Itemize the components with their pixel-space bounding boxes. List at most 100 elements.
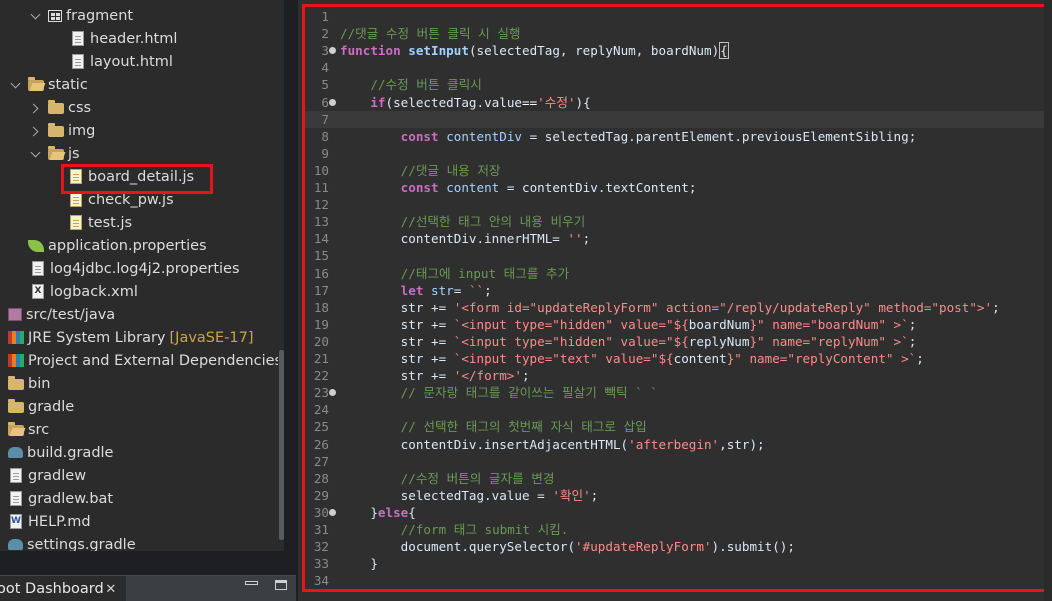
code-line[interactable]: 10 //댓글 내용 저장 xyxy=(305,162,1045,179)
code-text: selectedTag.value = '확인'; xyxy=(340,487,599,503)
code-line[interactable]: 9 xyxy=(305,145,1045,162)
tree-item[interactable]: bin xyxy=(0,372,284,395)
tree-item[interactable]: build.gradle xyxy=(0,441,284,464)
tree-item[interactable]: log4jdbc.log4j2.properties xyxy=(0,257,284,280)
code-line[interactable]: 22 str += '</form>'; xyxy=(305,367,1045,384)
code-line[interactable]: 12 xyxy=(305,196,1045,213)
code-line[interactable]: 11 const content = contentDiv.textConten… xyxy=(305,179,1045,196)
tree-item-label: fragment xyxy=(66,7,134,24)
tree-item[interactable]: layout.html xyxy=(0,50,284,73)
tree-item[interactable]: W HELP.md xyxy=(0,510,284,533)
line-number: 20 xyxy=(313,333,329,349)
code-line[interactable]: 23 // 문자랑 태그를 같이쓰는 필살기 빽틱 ` ` xyxy=(305,384,1045,401)
code-text: str += '</form>'; xyxy=(340,368,530,384)
code-line[interactable]: 5 //수정 버튼 클릭시 xyxy=(305,76,1045,93)
code-text: contentDiv.innerHTML= ''; xyxy=(340,231,591,247)
tree-item[interactable]: js xyxy=(0,142,284,165)
code-line[interactable]: 14 contentDiv.innerHTML= ''; xyxy=(305,230,1045,247)
chevron-right-icon[interactable] xyxy=(30,102,42,114)
code-line[interactable]: 20 str += `<input type="hidden" value="$… xyxy=(305,333,1045,350)
code-line[interactable]: 18 str += '<form id="updateReplyForm" ac… xyxy=(305,299,1045,316)
tree-item[interactable]: css xyxy=(0,96,284,119)
code-line[interactable]: 3 function setInput(selectedTag, replyNum… xyxy=(305,42,1045,60)
tree-item[interactable]: fragment xyxy=(0,4,284,27)
code-line[interactable]: 26 contentDiv.insertAdjacentHTML('afterb… xyxy=(305,436,1045,453)
code-line[interactable]: 19 str += `<input type="hidden" value="$… xyxy=(305,316,1045,333)
fold-toggle-icon[interactable] xyxy=(329,98,336,106)
chevron-down-icon[interactable] xyxy=(10,79,22,91)
tree-item[interactable]: Xlogback.xml xyxy=(0,280,284,303)
code-text: document.querySelector('#updateReplyForm… xyxy=(340,539,795,555)
line-number: 14 xyxy=(313,231,329,247)
code-text: // 문자랑 태그를 같이쓰는 필살기 빽틱 ` ` xyxy=(400,385,658,401)
folder-open-icon xyxy=(48,146,64,160)
tree-item[interactable]: src/test/java xyxy=(0,303,284,326)
tree-item[interactable]: gradlew.bat xyxy=(0,487,284,510)
code-text: str += `<input type="hidden" value="${re… xyxy=(340,333,917,349)
tree-item-label: src xyxy=(28,421,50,438)
line-number: 27 xyxy=(313,453,329,469)
explorer-scrollbar-thumb[interactable] xyxy=(279,350,284,540)
minimize-icon[interactable] xyxy=(245,581,258,585)
editor-scrollbar[interactable] xyxy=(1044,0,1052,601)
code-line[interactable]: 33 } xyxy=(305,555,1045,572)
close-icon[interactable]: ✕ xyxy=(105,582,116,597)
code-editor[interactable]: 1 2//댓글 수정 버튼 클릭 시 실행 3 function setInput(s… xyxy=(302,4,1048,592)
code-line[interactable]: 30 }else{ xyxy=(305,504,1045,521)
line-number: 3 xyxy=(321,43,329,59)
code-line[interactable]: 28 //수정 버튼의 글자를 변경 xyxy=(305,470,1045,487)
code-line[interactable]: 27 xyxy=(305,453,1045,470)
maximize-icon[interactable] xyxy=(275,580,287,590)
code-line[interactable]: 25 // 선택한 태그의 첫번째 자식 태그로 삽입 xyxy=(305,418,1045,435)
code-line[interactable]: 29 selectedTag.value = '확인'; xyxy=(305,487,1045,504)
tree-item[interactable]: static xyxy=(0,73,284,96)
tree-item[interactable]: application.properties xyxy=(0,234,284,257)
line-number: 29 xyxy=(313,487,329,503)
code-line[interactable]: 2 //댓글 수정 버튼 클릭 시 실행 xyxy=(305,25,1045,42)
tree-item[interactable]: JRE System Library [JavaSE-17] xyxy=(0,326,284,349)
code-line[interactable]: 8 const contentDiv = selectedTag.parentE… xyxy=(305,128,1045,145)
tree-item[interactable]: header.html xyxy=(0,27,284,50)
tree-item[interactable]: img xyxy=(0,119,284,142)
chevron-down-icon[interactable] xyxy=(30,148,42,160)
folder-icon xyxy=(48,100,64,114)
code-line[interactable]: 15 xyxy=(305,247,1045,264)
code-line[interactable]: 34 xyxy=(305,572,1045,589)
code-text: if(selectedTag.value=='수정'){ xyxy=(370,94,591,110)
line-number: 17 xyxy=(313,282,329,298)
code-text: //수정 버튼의 글자를 변경 xyxy=(400,470,555,486)
code-line[interactable]: 31 //form 태그 submit 시킴. xyxy=(305,521,1045,538)
tree-item[interactable]: gradle xyxy=(0,395,284,418)
tree-item[interactable]: Project and External Dependencies xyxy=(0,349,284,372)
folder-icon xyxy=(48,123,64,137)
code-line[interactable]: 1 xyxy=(305,8,1045,25)
chevron-down-icon[interactable] xyxy=(30,10,42,22)
chevron-right-icon[interactable] xyxy=(30,125,42,137)
tree-item-label: test.js xyxy=(88,214,133,231)
code-line[interactable]: 35} xyxy=(305,589,1045,592)
code-line[interactable]: 13 //선택한 태그 안의 내용 비우기 xyxy=(305,213,1045,230)
code-line[interactable]: 16 //태그에 input 태그를 추가 xyxy=(305,265,1045,282)
tab-boot-dashboard[interactable]: oot Dashboard ✕ xyxy=(0,576,126,601)
tree-item-label: gradle xyxy=(28,398,75,415)
tree-item[interactable]: src xyxy=(0,418,284,441)
code-line[interactable]: 7 xyxy=(305,110,1045,128)
fold-toggle-icon[interactable] xyxy=(329,47,336,55)
code-line[interactable]: 6 if(selectedTag.value=='수정'){ xyxy=(305,94,1045,111)
code-line[interactable]: 32 document.querySelector('#updateReplyF… xyxy=(305,538,1045,555)
line-number: 12 xyxy=(313,197,329,213)
tree-item[interactable]: test.js xyxy=(0,211,284,234)
tree-item[interactable]: settings.gradle xyxy=(0,533,284,551)
line-number: 16 xyxy=(313,265,329,281)
code-line[interactable]: 21 str += `<input type="text" value="${c… xyxy=(305,350,1045,367)
fragment-package-icon xyxy=(48,9,62,22)
line-number: 24 xyxy=(313,402,329,418)
tree-item[interactable]: gradlew xyxy=(0,464,284,487)
code-text: //태그에 input 태그를 추가 xyxy=(400,265,570,281)
fold-toggle-icon[interactable] xyxy=(329,508,336,516)
code-line[interactable]: 4 xyxy=(305,59,1045,76)
line-number: 31 xyxy=(313,522,329,537)
code-line[interactable]: 17 let str= ``; xyxy=(305,282,1045,299)
fold-toggle-icon[interactable] xyxy=(329,389,336,397)
code-line[interactable]: 24 xyxy=(305,401,1045,418)
